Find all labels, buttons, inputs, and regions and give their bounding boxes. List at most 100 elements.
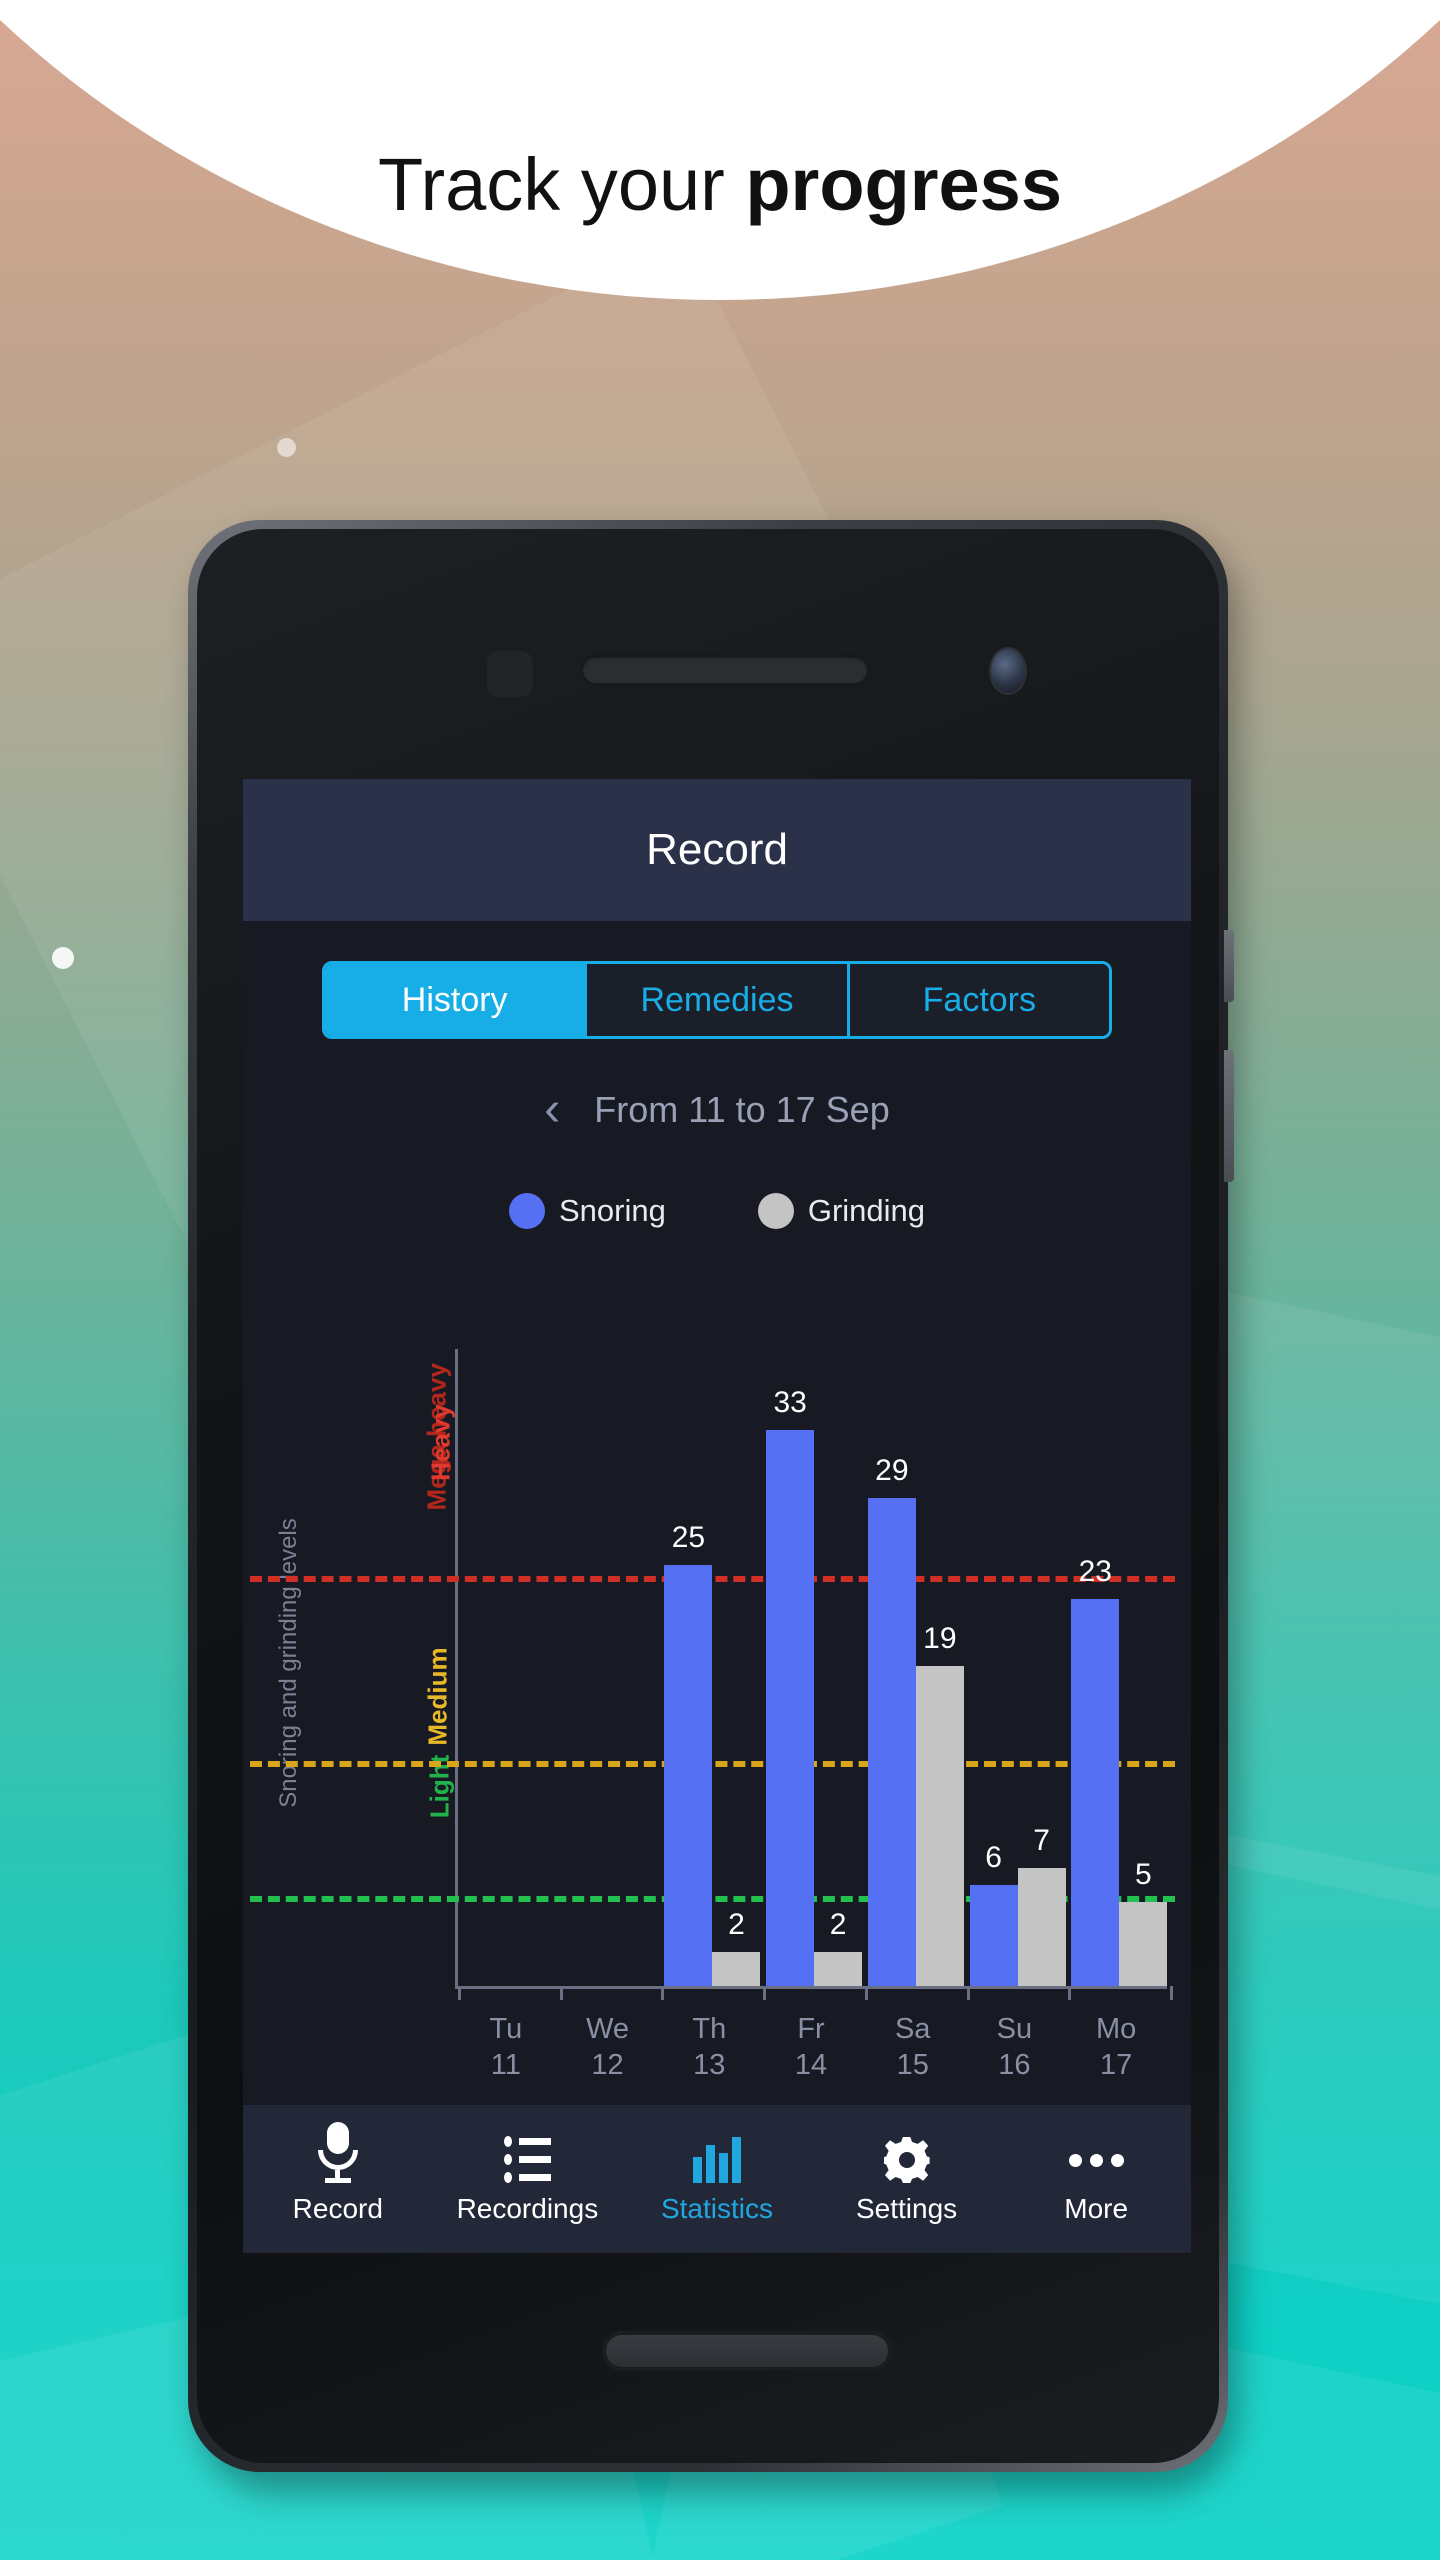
power-button[interactable] [1224,1050,1234,1182]
chart-bar-grinding[interactable]: 2 [814,1908,863,1986]
tab-history[interactable]: History [325,964,588,1036]
level-label-light: Light [424,1754,455,1819]
x-axis-label-date: 13 [693,2049,726,2082]
app-screen: Record History Remedies Factors ‹ From 1… [243,779,1191,2253]
nav-label-settings: Settings [855,2193,958,2224]
x-axis-label: Su 16 [959,2011,1069,2084]
bar-group [560,1349,662,1986]
x-axis-label-day: We [586,2013,630,2045]
x-axis-label-date: 14 [794,2049,828,2082]
volume-button[interactable] [1224,930,1234,1002]
promo-background: Track your progress Record History Remed… [0,0,1440,2560]
chart-bar-snoring[interactable]: 23 [1071,1555,1120,1986]
decorative-dot [52,947,74,969]
x-axis-tick [458,1986,461,2000]
x-axis-label: Mo 17 [1061,2011,1171,2084]
date-range-label: From 11 to 17 Sep [594,1089,890,1130]
promo-headline: Track your progress [0,148,1440,222]
proximity-sensor-icon [487,651,533,697]
x-axis-label-date: 11 [490,2049,521,2082]
home-button[interactable] [602,2331,892,2371]
legend-swatch-snoring [508,1193,545,1229]
gear-icon [884,2133,930,2183]
statistics-chart: Snoring and grinding levels Mega heavy H… [243,1339,1191,2169]
bar-value-label: 33 [773,1386,807,1420]
bar-value-label: 23 [1078,1554,1112,1588]
promo-headline-light: Track your [378,143,746,226]
tab-factors[interactable]: Factors [850,964,1109,1036]
x-axis-tick [559,1986,563,2000]
earpiece-speaker-icon [580,654,870,686]
y-axis-title: Snoring and grinding levels [275,1518,302,1808]
chart-bar-grinding[interactable]: 2 [712,1908,761,1986]
legend-swatch-grinding [757,1193,794,1229]
bar-value-label: 19 [923,1622,957,1655]
x-axis-label-day: Sa [894,2013,931,2045]
x-axis-label-day: Tu [489,2013,523,2045]
bar-value-label: 5 [1134,1857,1152,1891]
nav-item-more[interactable]: More [1001,2133,1191,2225]
x-axis-tick [966,1986,970,2000]
x-axis-label-date: 17 [1100,2049,1133,2082]
chart-bar-grinding[interactable]: 5 [1119,1858,1168,1986]
nav-label-recordings: Recordings [456,2193,599,2224]
page-title: Record [646,825,788,874]
bar-value-label: 2 [829,1908,847,1942]
legend-item-grinding[interactable]: Grinding [757,1193,926,1229]
x-axis-label: Tu 11 [451,2011,561,2084]
bar-value-label: 25 [671,1520,706,1554]
decorative-dot [277,438,296,457]
chart-bar-grinding[interactable]: 19 [915,1622,964,1986]
bar-group [458,1349,560,1986]
legend-item-snoring[interactable]: Snoring [508,1193,666,1229]
x-axis-label: Th 13 [654,2011,764,2084]
bar-value-label: 29 [875,1453,909,1487]
phone-frame: Record History Remedies Factors ‹ From 1… [188,520,1234,2472]
bar-chart-icon [692,2133,741,2183]
chart-bar-snoring[interactable]: 6 [969,1841,1018,1986]
chart-bar-snoring[interactable]: 33 [766,1386,815,1986]
nav-item-recordings[interactable]: Recordings [433,2133,623,2225]
x-axis-tick [763,1986,767,2000]
nav-label-more: More [1064,2193,1129,2224]
bar-group: 23 5 [1068,1349,1170,1986]
bar-group: 67 [967,1349,1069,1986]
level-label-heavy: Heavy [425,1404,456,1481]
x-axis-label-day: Fr [797,2013,825,2045]
phone-body: Record History Remedies Factors ‹ From 1… [197,529,1219,2463]
legend-label-grinding: Grinding [807,1193,926,1228]
x-axis-tick [661,1986,665,2000]
date-range-nav: ‹ From 11 to 17 Sep [243,1075,1191,1145]
tab-remedies[interactable]: Remedies [587,964,850,1036]
x-axis-label-day: Mo [1095,2013,1137,2045]
x-axis-label: Fr 14 [756,2011,866,2084]
ellipsis-icon [1068,2133,1124,2183]
nav-label-record: Record [292,2193,383,2224]
chart-bar-grinding[interactable]: 7 [1017,1824,1066,1986]
x-axis-tick [864,1986,868,2000]
app-header: Record [243,779,1191,921]
nav-label-statistics: Statistics [660,2193,773,2224]
x-axis-tick [1170,1986,1173,2000]
legend-label-snoring: Snoring [558,1193,666,1228]
bar-value-label: 6 [985,1840,1002,1874]
nav-item-record[interactable]: Record [243,2122,433,2225]
x-axis-label: Sa 15 [858,2011,968,2084]
bottom-nav-bar: Record Recordings Statistics Settings Mo… [243,2105,1191,2253]
nav-item-settings[interactable]: Settings [812,2133,1002,2225]
tab-bar: History Remedies Factors [322,961,1112,1039]
bar-value-label: 2 [728,1908,745,1942]
nav-item-statistics[interactable]: Statistics [622,2133,812,2225]
x-axis-label-date: 12 [591,2049,624,2082]
phone-mockup: Record History Remedies Factors ‹ From 1… [188,520,1248,2500]
bar-group: 33 2 [763,1349,865,1986]
list-icon [503,2133,551,2183]
x-axis-tick [1068,1986,1072,2000]
chart-bar-snoring[interactable]: 29 [867,1454,916,1986]
chart-legend: Snoring Grinding [243,1193,1191,1229]
chart-bar-snoring[interactable]: 25 [664,1521,713,1986]
x-axis-label-date: 16 [998,2049,1031,2082]
chevron-left-icon[interactable]: ‹ [544,1086,560,1134]
microphone-icon [317,2122,358,2183]
x-axis-label: We 12 [553,2011,663,2084]
